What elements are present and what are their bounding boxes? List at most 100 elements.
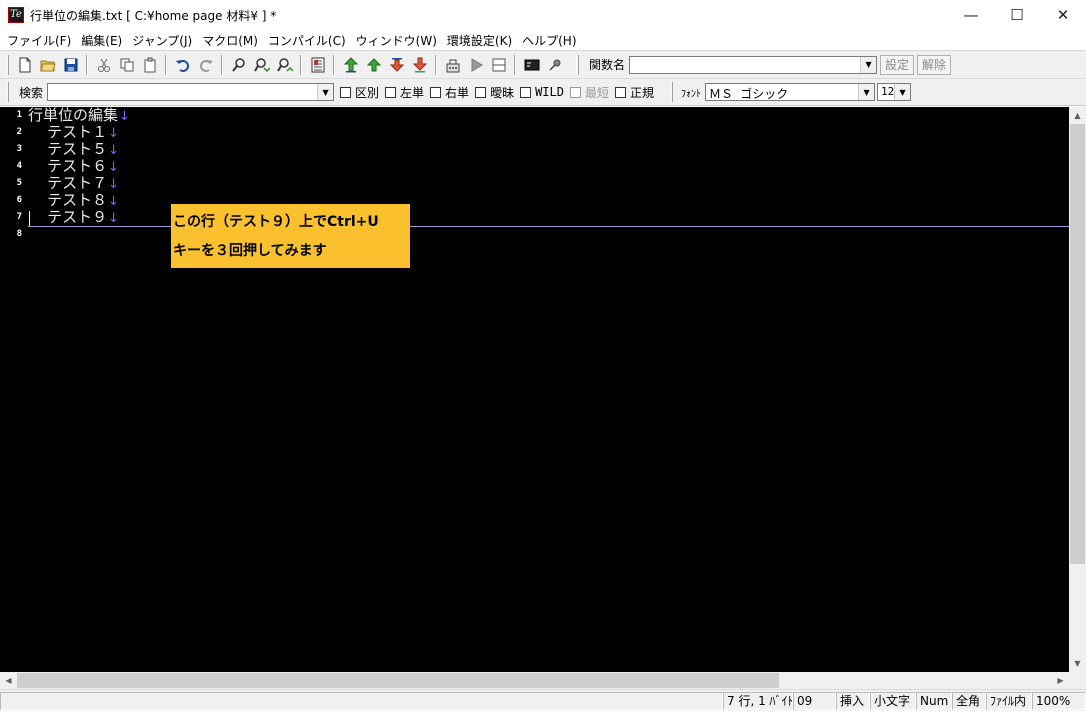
toolbar-separator (300, 54, 302, 75)
checkbox[interactable] (520, 86, 532, 98)
status-message (0, 692, 723, 710)
copy-button[interactable] (115, 54, 138, 76)
menu-edit[interactable]: 編集(E) (76, 32, 127, 49)
menu-window[interactable]: ウィンドウ(W) (351, 32, 442, 49)
menu-file[interactable]: ファイル(F) (2, 32, 76, 49)
editor-line[interactable]: 1 行単位の編集↓ (0, 107, 1069, 124)
run-button[interactable] (464, 54, 487, 76)
close-button[interactable]: ✕ (1040, 0, 1086, 30)
function-name-combo[interactable]: ▼ (629, 55, 878, 74)
chevron-down-icon[interactable]: ▼ (860, 56, 877, 73)
editor-line[interactable]: 5 テスト７↓ (0, 175, 1069, 193)
editor-line[interactable]: 4 テスト６↓ (0, 158, 1069, 176)
option-regex[interactable]: 正規 (615, 84, 654, 101)
search-toolbar: 検索 ▼ 区別 左単 右単 曖昧 WILD 最短 正規 ﾌｫﾝﾄ ＭＳ ゴシック… (0, 78, 1086, 106)
menu-jump[interactable]: ジャンプ(J) (127, 32, 197, 49)
option-fuzzy[interactable]: 曖昧 (475, 84, 514, 101)
scroll-right-icon[interactable]: ▶ (1052, 672, 1069, 689)
checkbox[interactable] (430, 86, 442, 98)
vertical-scroll-thumb[interactable] (1070, 124, 1085, 564)
menu-settings[interactable]: 環境設定(K) (442, 32, 517, 49)
paste-button[interactable] (138, 54, 161, 76)
status-width[interactable]: 全角 (952, 692, 986, 710)
status-zoom[interactable]: 100% (1032, 692, 1086, 710)
macro-button[interactable] (441, 54, 464, 76)
macro-icon (446, 59, 459, 72)
search-input[interactable]: ▼ (47, 83, 335, 101)
menu-compile[interactable]: コンパイル(C) (263, 32, 351, 49)
jump-up-button[interactable] (362, 54, 385, 76)
function-set-button[interactable]: 設定 (880, 54, 915, 75)
redo-button[interactable] (194, 54, 217, 76)
console-button[interactable] (520, 54, 543, 76)
editor-line[interactable]: 2 テスト１↓ (0, 124, 1069, 142)
option-case-sensitive[interactable]: 区別 (340, 84, 379, 101)
option-label: 最短 (584, 85, 609, 100)
scroll-down-icon[interactable]: ▼ (1069, 655, 1086, 672)
toolbar-grip[interactable] (6, 82, 9, 102)
scrollbar-corner (1069, 672, 1086, 689)
status-scope[interactable]: ﾌｧｲﾙ内 (986, 692, 1032, 710)
save-button[interactable] (59, 54, 82, 76)
option-wildcard[interactable]: WILD (520, 85, 564, 99)
font-size-select[interactable]: 12 ▼ (877, 83, 912, 101)
pin-icon (548, 59, 560, 71)
tool-button[interactable] (543, 54, 566, 76)
editor-line[interactable]: 8 (0, 226, 1069, 243)
jump-down-button[interactable] (385, 54, 408, 76)
undo-button[interactable] (171, 54, 194, 76)
checkbox[interactable] (475, 86, 487, 98)
toolbar-separator (86, 54, 88, 75)
function-clear-button[interactable]: 解除 (917, 54, 952, 75)
toolbar-grip[interactable] (576, 54, 579, 75)
line-number: 1 (16, 110, 22, 120)
option-right-word[interactable]: 右単 (430, 84, 469, 101)
chevron-down-icon[interactable]: ▼ (894, 84, 911, 100)
maximize-button[interactable]: ☐ (994, 0, 1040, 30)
font-select[interactable]: ＭＳ ゴシック ▼ (705, 83, 876, 101)
toolbar-separator (165, 54, 167, 75)
line-text: テスト９↓ (28, 209, 119, 227)
checkbox[interactable] (340, 86, 352, 98)
menu-bar: ファイル(F) 編集(E) ジャンプ(J) マクロ(M) コンパイル(C) ウィ… (0, 30, 1086, 50)
checkbox[interactable] (615, 86, 626, 98)
toolbar-grip[interactable] (670, 82, 674, 102)
callout-line-2: キーを３回押してみます (173, 243, 327, 259)
toolbar-grip[interactable] (6, 54, 9, 75)
status-insert-mode[interactable]: 挿入 (836, 692, 870, 710)
editor-line[interactable]: 6 テスト８↓ (0, 192, 1069, 210)
editor-line[interactable]: 3 テスト５↓ (0, 141, 1069, 159)
minimize-button[interactable]: — (948, 0, 994, 30)
checkbox[interactable] (385, 86, 397, 98)
option-shortest: 最短 (569, 84, 609, 101)
function-name-label: 関数名 (589, 58, 626, 72)
scroll-left-icon[interactable]: ◀ (0, 672, 17, 689)
chevron-down-icon[interactable]: ▼ (858, 84, 875, 100)
scroll-up-icon[interactable]: ▲ (1069, 107, 1086, 124)
horizontal-scroll-thumb[interactable] (17, 673, 779, 688)
vertical-scrollbar[interactable]: ▲ ▼ (1069, 107, 1086, 672)
find-prev-button[interactable] (273, 54, 296, 76)
new-file-button[interactable] (13, 54, 36, 76)
find-next-button[interactable] (250, 54, 273, 76)
editor-line-current[interactable]: 7 テスト９↓ (0, 209, 1069, 227)
cut-button[interactable] (92, 54, 115, 76)
menu-macro[interactable]: マクロ(M) (197, 32, 263, 49)
scissors-icon (97, 58, 110, 72)
status-bar: 7 行, 1 ﾊﾞｲﾄ 09 挿入 小文字 Num 全角 ﾌｧｲﾙ内 100% (0, 689, 1086, 711)
jump-top-button[interactable] (339, 54, 362, 76)
find-button[interactable] (227, 54, 250, 76)
editor-area[interactable]: 1 行単位の編集↓ 2 テスト１↓ 3 テスト５↓ 4 テスト６↓ 5 テスト７… (0, 107, 1069, 672)
status-numlock: Num (916, 692, 952, 710)
option-left-word[interactable]: 左単 (385, 84, 424, 101)
chevron-down-icon[interactable]: ▼ (317, 84, 334, 100)
window-controls: — ☐ ✕ (948, 0, 1086, 30)
grep-button[interactable] (306, 54, 329, 76)
open-file-button[interactable] (36, 54, 59, 76)
horizontal-scrollbar[interactable]: ◀ ▶ (0, 672, 1069, 689)
jump-bottom-button[interactable] (408, 54, 431, 76)
line-content: テスト９ (28, 208, 108, 226)
status-case[interactable]: 小文字 (870, 692, 916, 710)
split-button[interactable] (487, 54, 510, 76)
menu-help[interactable]: ヘルプ(H) (517, 32, 581, 49)
